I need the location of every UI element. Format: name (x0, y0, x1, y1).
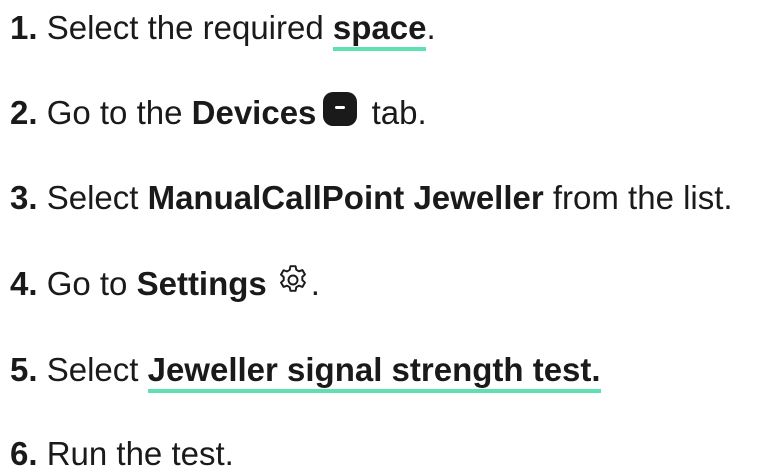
step-number: 1. (10, 9, 38, 46)
step-text: Select the required (46, 9, 333, 46)
step-2: 2. Go to the Devices tab. (10, 91, 427, 133)
step-text-end: . (426, 9, 436, 46)
settings-label: Settings (136, 265, 267, 302)
step-number: 5. (10, 351, 38, 388)
step-text: Select (46, 351, 148, 388)
step-text-end: from the list. (543, 179, 733, 216)
step-5: 5. Select Jeweller signal strength test. (10, 350, 601, 393)
step-3: 3. Select ManualCallPoint Jeweller from … (10, 178, 733, 218)
devices-label: Devices (191, 94, 317, 131)
signal-strength-test-link[interactable]: Jeweller signal strength test. (147, 351, 601, 393)
step-6: 6. Run the test. (10, 434, 234, 474)
gear-icon (275, 262, 311, 298)
space-link[interactable]: space (332, 9, 427, 51)
step-number: 6. (10, 435, 38, 472)
step-text-end: tab. (362, 94, 427, 131)
devices-icon (322, 91, 358, 127)
step-4: 4. Go to Settings. (10, 264, 320, 304)
step-number: 3. (10, 179, 38, 216)
step-number: 2. (10, 94, 38, 131)
step-number: 4. (10, 265, 38, 302)
step-text: Select (46, 179, 148, 216)
step-text-end: . (310, 265, 320, 302)
step-1: 1. Select the required space. (10, 8, 436, 51)
step-text: Run the test. (46, 435, 234, 472)
step-text: Go to (46, 265, 137, 302)
step-text: Go to the (46, 94, 192, 131)
device-name: ManualCallPoint Jeweller (147, 179, 544, 216)
